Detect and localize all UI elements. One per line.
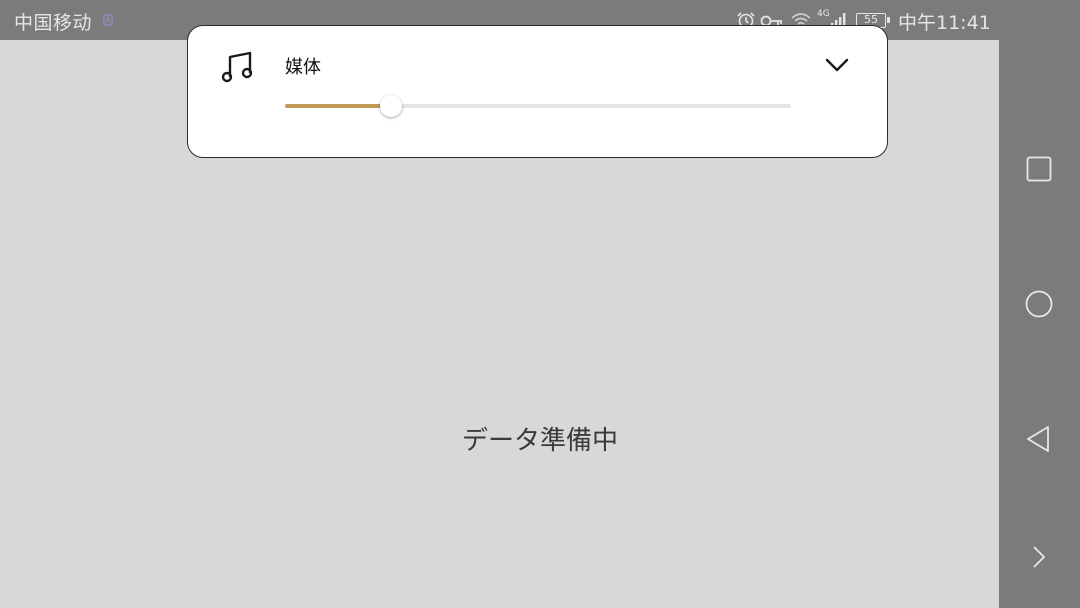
carrier-name: 中国移动 — [14, 12, 93, 34]
recents-button[interactable] — [1019, 149, 1059, 189]
back-button[interactable] — [1019, 419, 1059, 459]
volume-panel: 媒体 — [187, 25, 888, 158]
network-type-label: 4G — [817, 9, 830, 19]
expand-button[interactable] — [1019, 537, 1059, 577]
chevron-down-icon[interactable] — [824, 54, 850, 76]
volume-slider-thumb[interactable] — [380, 95, 403, 117]
volume-stream-label: 媒体 — [285, 57, 321, 78]
status-time: 中午11:41 — [898, 12, 991, 34]
navigation-bar — [999, 0, 1080, 608]
volume-slider[interactable] — [285, 95, 791, 118]
notification-icon — [103, 14, 113, 26]
volume-slider-fill — [285, 104, 392, 108]
home-button[interactable] — [1019, 284, 1059, 324]
music-note-icon — [221, 51, 253, 83]
